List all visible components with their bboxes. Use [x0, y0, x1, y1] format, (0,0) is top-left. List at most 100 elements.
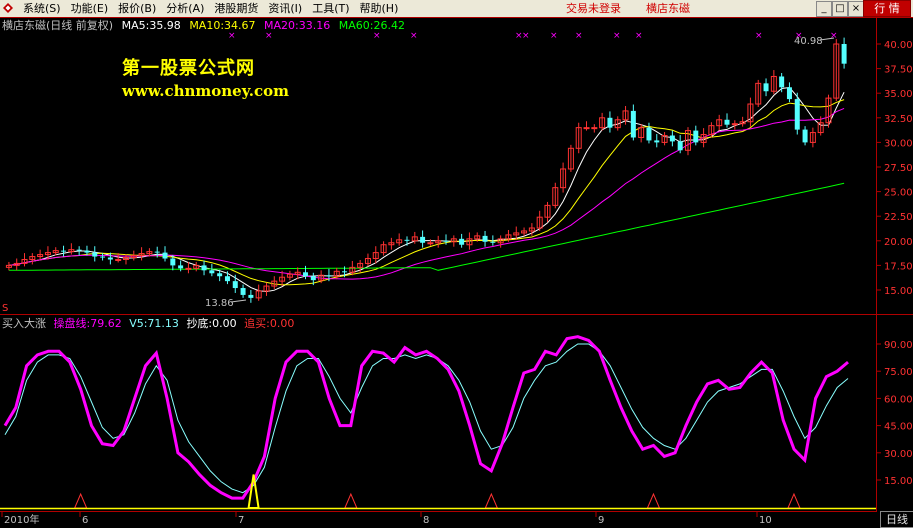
time-label: 2010年 — [4, 513, 39, 526]
candle-body-down — [630, 110, 636, 138]
candle-body-up — [130, 255, 137, 259]
candle-body-up — [731, 123, 738, 126]
candle-body-down — [693, 130, 699, 143]
signal-x-mark: × — [575, 31, 583, 41]
high-marker-arrow — [819, 37, 835, 41]
menu-info[interactable]: 资讯(I) — [263, 1, 307, 16]
candle-body-up — [708, 125, 715, 136]
indicator-y-axis: 90.00 75.00 60.00 45.00 30.00 15.00 — [876, 340, 913, 487]
signal-x-mark: × — [755, 31, 763, 41]
menu-system[interactable]: 系统(S) — [18, 1, 66, 16]
candle-body-down — [459, 238, 465, 245]
time-label: 9 — [598, 515, 604, 526]
candle-body-down — [209, 270, 215, 274]
candle-body-up — [286, 273, 293, 278]
candle-body-down — [490, 241, 496, 243]
ma20-line — [8, 107, 845, 280]
candle-body-down — [162, 252, 168, 259]
candle-body-down — [677, 141, 683, 151]
bottom-signal-spike — [247, 474, 260, 509]
menu-analysis[interactable]: 分析(A) — [161, 1, 209, 16]
stock-title: 横店东磁(日线 前复权) — [2, 19, 114, 32]
candle-body-down — [607, 117, 613, 128]
menu-tools[interactable]: 工具(T) — [307, 1, 354, 16]
candle-body-up — [817, 122, 824, 134]
candle-body-up — [599, 117, 606, 129]
time-axis: 2010年 6 7 8 9 10 — [1, 511, 772, 526]
candle-body-up — [193, 264, 200, 269]
candle-body-up — [318, 274, 325, 281]
candle-body-up — [521, 230, 528, 234]
candle-body-up — [622, 110, 629, 121]
candle-body-down — [170, 258, 176, 266]
curve-label: 操盘线:79.62 — [53, 317, 122, 330]
current-stock-link[interactable]: 横店东磁 — [646, 1, 690, 16]
candle-body-up — [513, 232, 520, 236]
y-tick-label: 25.00 — [884, 188, 913, 199]
menu-hk-futures[interactable]: 港股期货 — [209, 1, 263, 16]
candle-body-up — [497, 238, 504, 244]
candle-body-down — [100, 256, 106, 258]
close-button[interactable]: × — [848, 1, 864, 17]
candle-body-up — [544, 204, 551, 218]
candle-body-up — [770, 75, 777, 92]
indicator-legend: 买入大涨 操盘线:79.62 V5:71.13 抄底:0.00 追买:0.00 — [2, 317, 298, 331]
signal-x-mark: × — [795, 31, 803, 41]
y-tick-label: 30.00 — [884, 449, 913, 460]
indicator-name[interactable]: 买入大涨 — [2, 317, 46, 330]
signal-x-mark: × — [613, 31, 621, 41]
candle-body-up — [536, 216, 543, 229]
low-marker-arrow — [230, 299, 247, 303]
candle-body-up — [279, 276, 286, 282]
candle-body-down — [404, 239, 410, 241]
candle-body-up — [466, 238, 473, 246]
candle-body-down — [841, 44, 847, 64]
ma10-label: MA10:34.67 — [189, 19, 256, 32]
candle-body-up — [684, 130, 691, 151]
candle-body-up — [505, 234, 512, 240]
candle-body-up — [146, 251, 153, 255]
candle-body-down — [217, 273, 223, 277]
menu-function[interactable]: 功能(E) — [66, 1, 114, 16]
candle-body-up — [255, 290, 262, 299]
buy-signal-triangle — [344, 492, 358, 509]
candle-body-up — [747, 103, 754, 123]
menu-help[interactable]: 帮助(H) — [355, 1, 404, 16]
quote-button[interactable]: 行 情 — [863, 0, 911, 17]
candle-body-up — [271, 280, 278, 287]
minimize-button[interactable]: _ — [816, 1, 832, 17]
candle-body-up — [263, 285, 270, 292]
candle-body-down — [779, 76, 785, 88]
candle-body-up — [739, 121, 746, 125]
trade-status-link[interactable]: 交易未登录 — [566, 1, 621, 16]
ma20-label: MA20:33.16 — [264, 19, 331, 32]
period-tab-daily[interactable]: 日线 — [880, 511, 913, 528]
s-marker: S — [2, 303, 8, 314]
candle-body-up — [825, 97, 832, 124]
candle-body-up — [68, 249, 75, 253]
candle-body-up — [5, 264, 12, 268]
ma60-label: MA60:26.42 — [338, 19, 405, 32]
candle-body-down — [92, 252, 98, 257]
watermark-url: www.chnmoney.com — [122, 82, 289, 100]
candle-body-up — [115, 258, 122, 261]
y-tick-label: 45.00 — [884, 422, 913, 433]
candle-body-up — [388, 242, 395, 246]
restore-button[interactable]: □ — [832, 1, 848, 17]
candle-body-down — [107, 257, 113, 260]
candle-body-down — [420, 236, 426, 243]
moving-averages — [8, 86, 845, 293]
y-tick-label: 60.00 — [884, 394, 913, 405]
candle-body-up — [427, 242, 434, 245]
candle-body-up — [349, 266, 356, 273]
menu-bar: 系统(S) 功能(E) 报价(B) 分析(A) 港股期货 资讯(I) 工具(T)… — [0, 0, 913, 18]
bottom-label: 抄底:0.00 — [186, 317, 237, 330]
y-tick-label: 35.00 — [884, 89, 913, 100]
candle-body-up — [13, 262, 20, 266]
menu-quote[interactable]: 报价(B) — [113, 1, 161, 16]
y-tick-label: 75.00 — [884, 367, 913, 378]
v5-line — [4, 343, 849, 494]
candle-body-up — [396, 239, 403, 244]
y-tick-label: 90.00 — [884, 340, 913, 351]
candle-body-up — [138, 253, 145, 257]
